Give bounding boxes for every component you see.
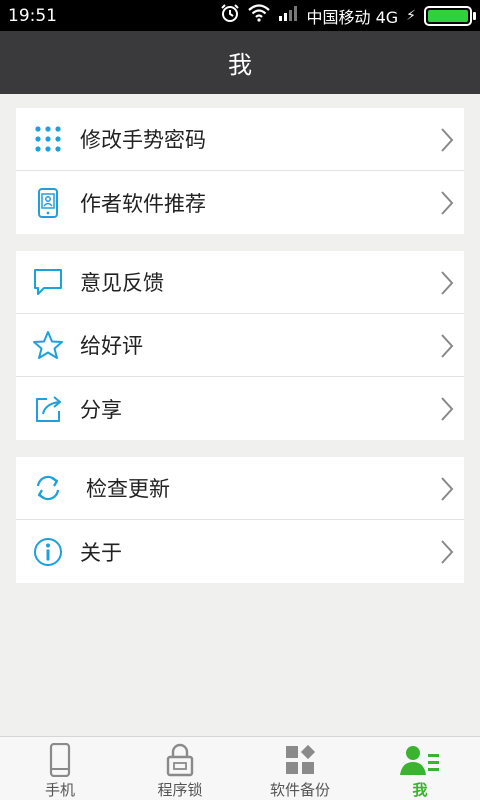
row-label: 分享 (80, 397, 122, 422)
settings-group-feedback: 意见反馈 给好评 分享 (16, 251, 464, 440)
carrier-label: 中国移动 4G (306, 7, 399, 27)
settings-group-about: 检查更新 关于 (16, 457, 464, 583)
dots-grid-icon (26, 117, 70, 161)
refresh-icon (26, 466, 70, 510)
phone-app-icon (26, 181, 70, 225)
nav-tab-app-lock[interactable]: 程序锁 (120, 737, 240, 800)
row-feedback[interactable]: 意见反馈 (16, 251, 464, 314)
alarm-icon (220, 3, 240, 28)
row-label: 修改手势密码 (80, 128, 206, 152)
phone-icon (49, 743, 71, 777)
row-label: 作者软件推荐 (80, 191, 206, 216)
row-check-update[interactable]: 检查更新 (16, 457, 464, 520)
user-list-icon (399, 743, 441, 777)
row-about[interactable]: 关于 (16, 520, 464, 583)
info-icon (26, 530, 70, 574)
bottom-nav: 手机 程序锁 软件备份 我 (0, 736, 480, 800)
battery-icon (424, 5, 476, 26)
signal-icon (278, 5, 298, 26)
status-time: 19:51 (8, 5, 57, 26)
page-title: 我 (228, 51, 252, 79)
chevron-right-icon (440, 476, 454, 506)
share-icon (26, 387, 70, 431)
chevron-right-icon (440, 270, 454, 300)
chevron-right-icon (440, 539, 454, 569)
apps-icon (284, 743, 316, 777)
wifi-icon (248, 4, 271, 27)
chat-bubble-icon (26, 260, 70, 304)
chevron-right-icon (440, 127, 454, 157)
nav-tab-app-backup[interactable]: 软件备份 (240, 737, 360, 800)
nav-tab-me[interactable]: 我 (360, 737, 480, 800)
chevron-right-icon (440, 190, 454, 220)
star-icon (26, 323, 70, 367)
row-label: 给好评 (80, 334, 143, 358)
nav-label: 程序锁 (157, 781, 203, 799)
chevron-right-icon (440, 333, 454, 363)
row-share[interactable]: 分享 (16, 377, 464, 440)
row-author-apps[interactable]: 作者软件推荐 (16, 171, 464, 234)
row-label: 检查更新 (86, 477, 170, 501)
battery-fill (428, 9, 468, 22)
nav-tab-phone[interactable]: 手机 (0, 737, 120, 800)
nav-label: 我 (412, 781, 428, 799)
status-bar: 19:51 中国移动 4G ⚡ (0, 0, 480, 31)
row-rate-app[interactable]: 给好评 (16, 314, 464, 377)
row-label: 意见反馈 (80, 271, 164, 295)
status-right: 中国移动 4G ⚡ (220, 3, 476, 28)
nav-label: 手机 (44, 781, 75, 799)
row-label: 关于 (80, 540, 122, 565)
nav-label: 软件备份 (269, 781, 330, 799)
settings-group-security: 修改手势密码 作者软件推荐 (16, 108, 464, 234)
row-change-gesture-password[interactable]: 修改手势密码 (16, 108, 464, 171)
charging-icon: ⚡ (406, 7, 416, 24)
title-bar: 我 (0, 31, 480, 94)
lock-icon (165, 743, 195, 777)
chevron-right-icon (440, 396, 454, 426)
